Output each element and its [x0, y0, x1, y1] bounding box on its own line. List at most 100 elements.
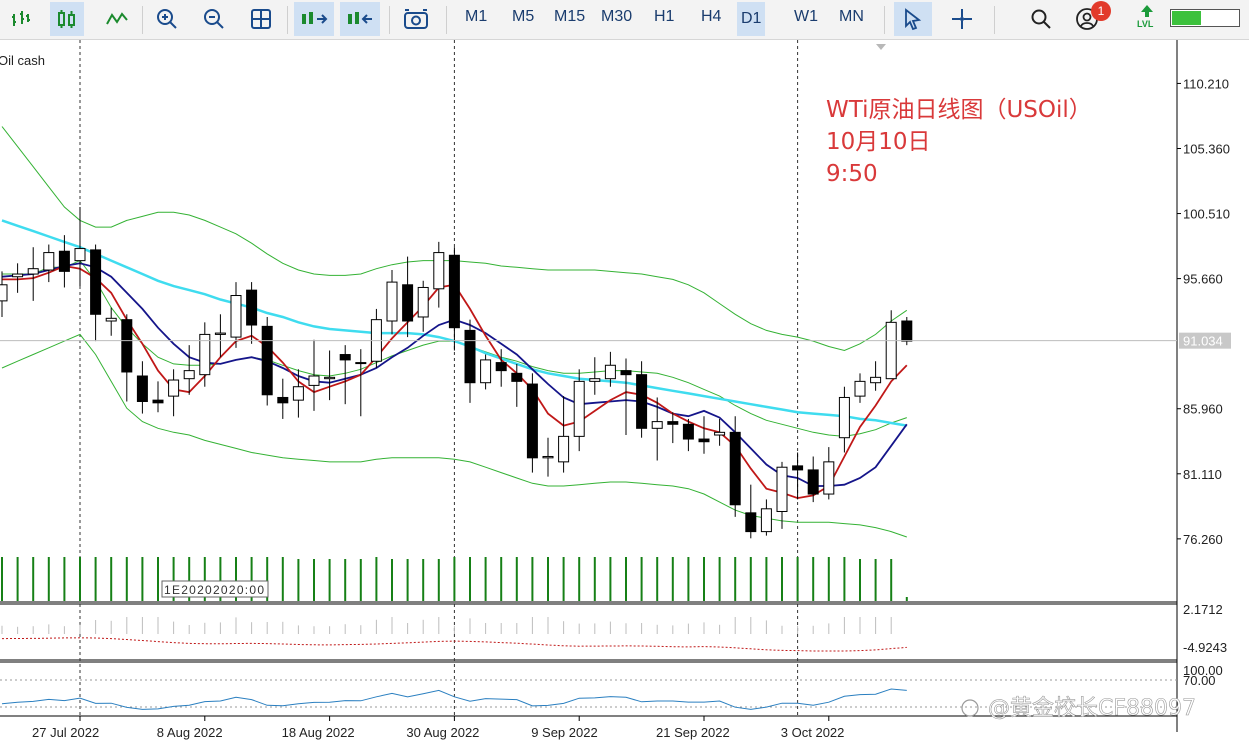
candle-bear [526, 383, 538, 459]
candle-bear [620, 370, 632, 376]
candle-bull [386, 281, 398, 322]
candle-bear [402, 284, 414, 322]
lvl-label: LVL [1137, 19, 1154, 29]
candle-bull [183, 370, 195, 380]
scroll-chart-icon[interactable] [294, 2, 334, 36]
price-tick-label: 100.510 [1183, 207, 1230, 222]
candle-bull [604, 364, 616, 380]
current-price-value: 91.034 [1183, 334, 1223, 349]
date-tick-label: 3 Oct 2022 [781, 725, 845, 740]
signal-strength-fill [1172, 11, 1201, 25]
candle-bear [698, 438, 710, 443]
candle-bear [636, 374, 648, 429]
date-tick-label: 27 Jul 2022 [32, 725, 99, 740]
zoom-in-icon[interactable] [150, 2, 184, 36]
zoom-out-icon[interactable] [197, 2, 231, 36]
candle-bull [105, 317, 117, 322]
candle-bull [714, 431, 726, 436]
candle-bull [573, 380, 585, 437]
candle-bull [838, 396, 850, 439]
candle-bear [667, 421, 679, 425]
timeframe-h4[interactable]: H4 [701, 8, 721, 26]
line-type-icon[interactable] [100, 2, 134, 36]
signal-level-icon[interactable] [1136, 1, 1158, 21]
candle-bull [433, 252, 445, 290]
candle-bear [511, 372, 523, 382]
candle-bear [448, 254, 460, 329]
timeframe-mn[interactable]: MN [839, 8, 864, 26]
macd-tick-label: -4.9243 [1183, 640, 1227, 655]
candle-bull [870, 376, 882, 384]
candle-bull [558, 435, 570, 463]
price-tick-label: 95.660 [1183, 272, 1223, 287]
screenshot-icon[interactable] [397, 2, 435, 36]
crosshair-icon[interactable] [944, 2, 980, 36]
candle-bull [589, 378, 601, 382]
date-tick-label: 21 Sep 2022 [656, 725, 730, 740]
timeframe-m15[interactable]: M15 [554, 8, 585, 26]
candle-bear [152, 399, 164, 404]
candle-bear [495, 362, 507, 372]
candle-bear [90, 249, 102, 315]
macd-tick-label: 2.1712 [1183, 602, 1223, 617]
candle-bull [854, 380, 866, 397]
notification-badge[interactable]: 1 [1091, 1, 1111, 21]
candle-bear [339, 354, 351, 361]
candle-bull [324, 376, 336, 380]
date-tick-label: 18 Aug 2022 [282, 725, 355, 740]
toolbar-separator [142, 6, 143, 34]
candle-bear [246, 289, 258, 326]
candle-bull [214, 332, 226, 335]
annotation-time: 9:50 [826, 161, 878, 187]
watermark-text: @黄金校长CF88097 [988, 696, 1196, 721]
candle-bear [136, 375, 148, 402]
date-tick-label: 30 Aug 2022 [406, 725, 479, 740]
candle-bear [745, 512, 757, 533]
toolbar-separator [884, 6, 885, 34]
chart-background [0, 40, 1249, 752]
candle-bear [901, 320, 913, 342]
timeframe-m5[interactable]: M5 [512, 8, 534, 26]
candle-bull [776, 466, 788, 512]
toolbar-separator [446, 6, 447, 34]
toolbar-separator [994, 6, 995, 34]
candle-bull [292, 386, 304, 401]
candle-bull [355, 362, 367, 365]
search-icon[interactable] [1024, 2, 1058, 36]
candle-chart-type-icon[interactable] [50, 2, 84, 36]
volume-time-note: 1E20202020:00 [164, 583, 264, 597]
candle-bear [792, 465, 804, 471]
candle-bear [464, 329, 476, 384]
price-tick-label: 85.960 [1183, 402, 1223, 417]
date-tick-label: 8 Aug 2022 [157, 725, 223, 740]
candle-bull [43, 252, 55, 271]
price-tick-label: 76.260 [1183, 532, 1223, 547]
candle-bear [277, 396, 289, 404]
timeframe-w1[interactable]: W1 [794, 8, 818, 26]
candle-bull [480, 359, 492, 384]
candle-bear [58, 250, 70, 272]
candle-bull [230, 295, 242, 338]
candle-bull [308, 375, 320, 386]
timeframe-m1[interactable]: M1 [465, 8, 487, 26]
candle-bull [885, 321, 897, 380]
candle-bear [682, 423, 694, 440]
timeframe-d1[interactable]: D1 [737, 2, 766, 36]
candle-bull [12, 273, 24, 278]
annotation-date: 10月10日 [826, 129, 931, 155]
osc-tick-label: 70.00 [1183, 673, 1216, 688]
timeframe-h1[interactable]: H1 [654, 8, 674, 26]
price-chart[interactable]: 110.210 105.360 100.510 95.660 85.960 81.110 7… [0, 40, 1249, 752]
cursor-icon[interactable] [894, 2, 932, 36]
candle-bull [27, 268, 39, 275]
price-tick-label: 81.110 [1183, 467, 1222, 482]
candle-bull [651, 421, 663, 429]
candle-bull [417, 286, 429, 318]
candle-bear [121, 319, 133, 373]
grid-icon[interactable] [244, 2, 278, 36]
shift-chart-icon[interactable] [340, 2, 380, 36]
timeframe-m30[interactable]: M30 [601, 8, 632, 26]
candle-bull [168, 379, 180, 397]
candle-bear [807, 469, 819, 495]
bar-chart-type-icon[interactable] [6, 2, 36, 36]
